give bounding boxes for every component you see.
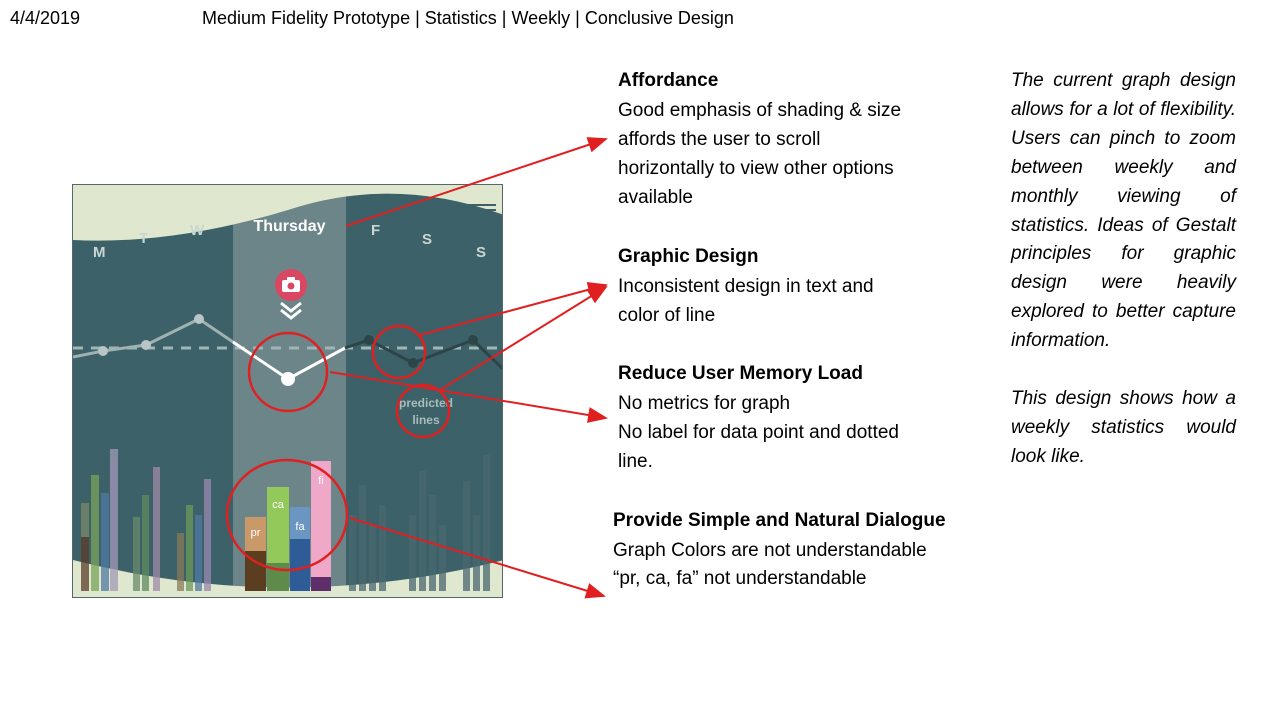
hamburger-menu-icon[interactable] — [468, 204, 496, 218]
data-point[interactable] — [194, 314, 204, 324]
bar-label-fi: fi — [318, 475, 324, 487]
side-note: The current graph design allows for a lo… — [1011, 67, 1236, 472]
selected-data-point[interactable] — [281, 372, 295, 386]
slide-date: 4/4/2019 — [10, 8, 81, 28]
data-point[interactable] — [98, 346, 108, 356]
memory-load-text: line. — [618, 451, 653, 472]
day-label-tuesday[interactable]: T — [139, 230, 148, 247]
statistics-mockup: M T W Thursday F S S pr ca fa fi predict… — [72, 184, 503, 598]
simple-dialogue-text: “pr, ca, fa” not understandable — [613, 568, 867, 589]
affordance-text: available — [618, 187, 693, 208]
selected-day-label[interactable]: Thursday — [233, 218, 346, 236]
camera-icon — [282, 277, 300, 292]
simple-dialogue-text: Graph Colors are not understandable — [613, 540, 927, 561]
weekly-line-chart — [73, 185, 502, 597]
day-label-monday[interactable]: M — [93, 244, 106, 261]
graphic-design-heading: Graphic Design — [618, 246, 759, 267]
side-note-paragraph: The current graph design allows for a lo… — [1011, 70, 1236, 352]
data-point[interactable] — [408, 358, 418, 368]
affordance-heading: Affordance — [618, 70, 719, 91]
double-chevron-down-icon[interactable] — [279, 301, 303, 321]
day-label-saturday[interactable]: S — [422, 231, 432, 248]
day-label-friday[interactable]: F — [371, 222, 380, 239]
bar-label-ca: ca — [272, 499, 284, 511]
camera-button[interactable] — [275, 269, 307, 301]
memory-load-heading: Reduce User Memory Load — [618, 363, 863, 384]
affordance-text: Good emphasis of shading & size — [618, 100, 902, 121]
graphic-design-text: Inconsistent design in text and — [618, 276, 874, 297]
affordance-text: horizontally to view other options — [618, 158, 894, 179]
day-label-wednesday[interactable]: W — [190, 222, 204, 239]
affordance-text: affords the user to scroll — [618, 129, 821, 150]
simple-dialogue-heading: Provide Simple and Natural Dialogue — [613, 510, 946, 531]
data-point[interactable] — [364, 335, 374, 345]
slide-title: Medium Fidelity Prototype | Statistics |… — [202, 8, 734, 28]
day-label-sunday[interactable]: S — [476, 244, 486, 261]
bar-label-pr: pr — [250, 527, 261, 539]
predicted-lines-label: predicted lines — [398, 396, 453, 427]
graphic-design-text: color of line — [618, 305, 716, 326]
data-point[interactable] — [141, 340, 151, 350]
memory-load-text: No label for data point and dotted — [618, 422, 899, 443]
data-point[interactable] — [468, 335, 478, 345]
memory-load-text: No metrics for graph — [618, 393, 791, 414]
bar-label-fa: fa — [295, 521, 305, 533]
side-note-paragraph: This design shows how a weekly statistic… — [1011, 388, 1236, 467]
